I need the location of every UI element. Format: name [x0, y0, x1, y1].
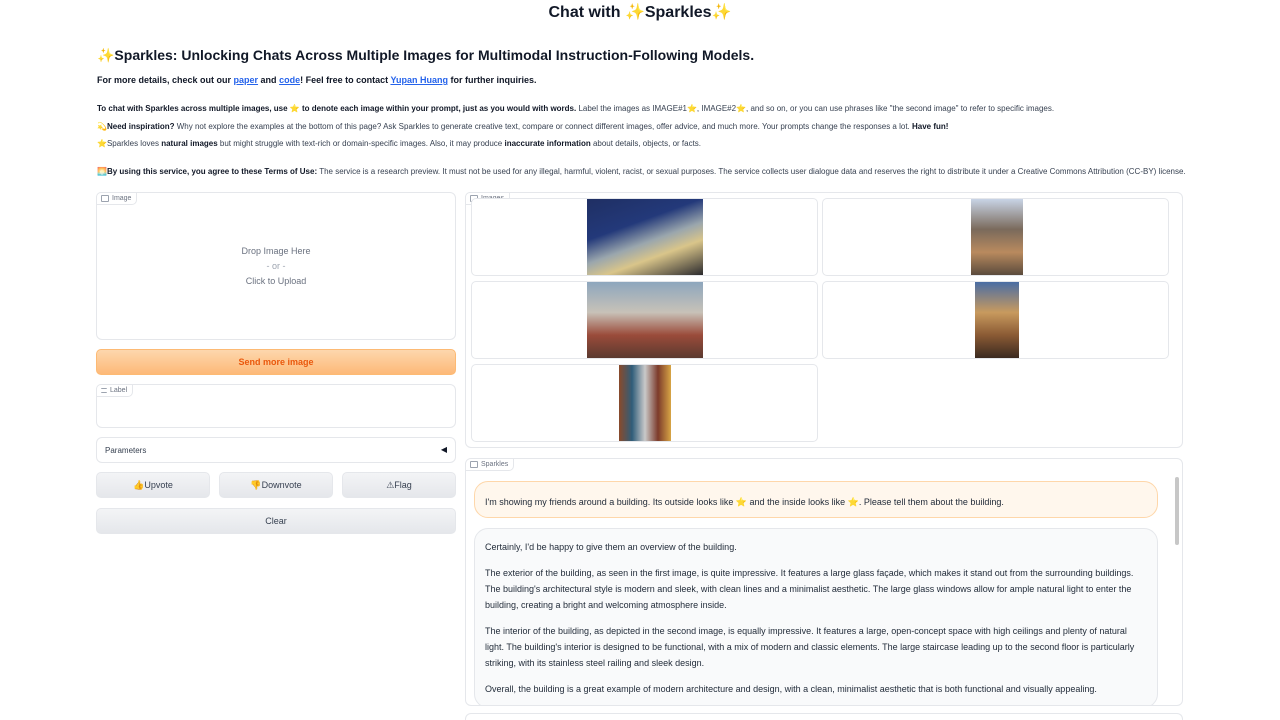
inspire-fun: Have fun!: [911, 122, 949, 131]
loves-b: but might struggle with text-rich or dom…: [217, 139, 505, 148]
glass-building-exterior-image: [587, 199, 703, 275]
code-link[interactable]: code: [279, 75, 300, 85]
label-field[interactable]: Label: [96, 384, 456, 428]
details-contact: ! Feel free to contact: [300, 75, 391, 85]
usage-bold: To chat with Sparkles across multiple im…: [97, 104, 577, 113]
or-text: - or -: [266, 261, 286, 271]
chat-scrollbar[interactable]: [1175, 477, 1179, 545]
details-prefix: For more details, check out our: [97, 75, 234, 85]
terms-bold: 🌅By using this service, you agree to the…: [97, 167, 318, 176]
downvote-button[interactable]: 👎Downvote: [219, 472, 333, 498]
intro-headline: ✨Sparkles: Unlocking Chats Across Multip…: [97, 47, 755, 63]
loves-bold2: inaccurate information: [504, 139, 591, 148]
bot-paragraph: The interior of the building, as depicte…: [485, 626, 1135, 668]
flag-button[interactable]: ⚠Flag: [342, 472, 456, 498]
atrium-interior-image: [971, 199, 1023, 275]
loves-a: ⭐Sparkles loves: [97, 139, 162, 148]
bot-paragraph: Certainly, I'd be happy to give them an …: [485, 542, 737, 552]
gallery-image-3[interactable]: [471, 281, 818, 359]
inspiration-line: 💫Need inspiration? Why not explore the e…: [97, 122, 948, 131]
user-message-text: I'm showing my friends around a building…: [485, 497, 1004, 507]
gallery-image-2[interactable]: [822, 198, 1169, 276]
inspire-bold: 💫Need inspiration?: [97, 122, 175, 131]
images-gallery: Images: [465, 192, 1183, 448]
details-and: and: [258, 75, 280, 85]
author-link[interactable]: Yupan Huang: [390, 75, 448, 85]
page-title: Chat with ✨Sparkles✨: [548, 4, 732, 21]
paper-link[interactable]: paper: [234, 75, 259, 85]
image-upload-area[interactable]: Image Drop Image Here - or - Click to Up…: [96, 192, 456, 340]
terms-line: 🌅By using this service, you agree to the…: [97, 167, 1186, 176]
usage-rest: Label the images as IMAGE#1⭐, IMAGE#2⭐, …: [576, 104, 1055, 113]
text-icon: [101, 388, 107, 393]
terms-rest: The service is a research preview. It mu…: [317, 167, 1186, 176]
image-tag: Image: [96, 192, 138, 205]
label-tag: Label: [96, 384, 134, 397]
details-line: For more details, check out our paper an…: [97, 75, 536, 85]
brick-building-facade-image: [587, 282, 703, 358]
image-tag-label: Image: [112, 195, 132, 202]
upvote-button[interactable]: 👍Upvote: [96, 472, 210, 498]
colorful-bookshelf-image: [619, 365, 671, 441]
sparkles-tag-label: Sparkles: [481, 461, 509, 468]
sparkles-tag: Sparkles: [466, 459, 515, 471]
chat-icon: [470, 461, 478, 468]
clear-button[interactable]: Clear: [96, 508, 456, 534]
library-shelves-image: [975, 282, 1019, 358]
loves-bold: natural images: [161, 139, 218, 148]
send-more-image-button[interactable]: Send more image: [96, 349, 456, 375]
usage-instructions: To chat with Sparkles across multiple im…: [97, 104, 1054, 113]
parameters-accordion[interactable]: Parameters ◀: [96, 437, 456, 463]
collapse-arrow-icon: ◀: [440, 445, 447, 454]
gallery-image-1[interactable]: [471, 198, 818, 276]
parameters-label: Parameters: [105, 446, 147, 455]
drop-image-text: Drop Image Here: [241, 246, 311, 256]
limitations-line: ⭐Sparkles loves natural images but might…: [97, 139, 701, 148]
user-message: I'm showing my friends around a building…: [474, 481, 1158, 518]
loves-c: about details, objects, or facts.: [590, 139, 702, 148]
details-suffix: for further inquiries.: [447, 75, 537, 85]
gallery-image-4[interactable]: [822, 281, 1169, 359]
inspire-rest: Why not explore the examples at the bott…: [174, 122, 912, 131]
bot-paragraph: Overall, the building is a great example…: [485, 684, 1097, 694]
chat-panel: Sparkles I'm showing my friends around a…: [465, 458, 1183, 706]
message-input-box[interactable]: [465, 713, 1183, 720]
label-tag-label: Label: [110, 387, 128, 394]
gallery-image-5[interactable]: [471, 364, 818, 442]
image-icon: [101, 195, 109, 202]
bot-message: Certainly, I'd be happy to give them an …: [474, 528, 1158, 705]
click-upload-text: Click to Upload: [245, 276, 307, 286]
bot-paragraph: The exterior of the building, as seen in…: [485, 568, 1134, 610]
